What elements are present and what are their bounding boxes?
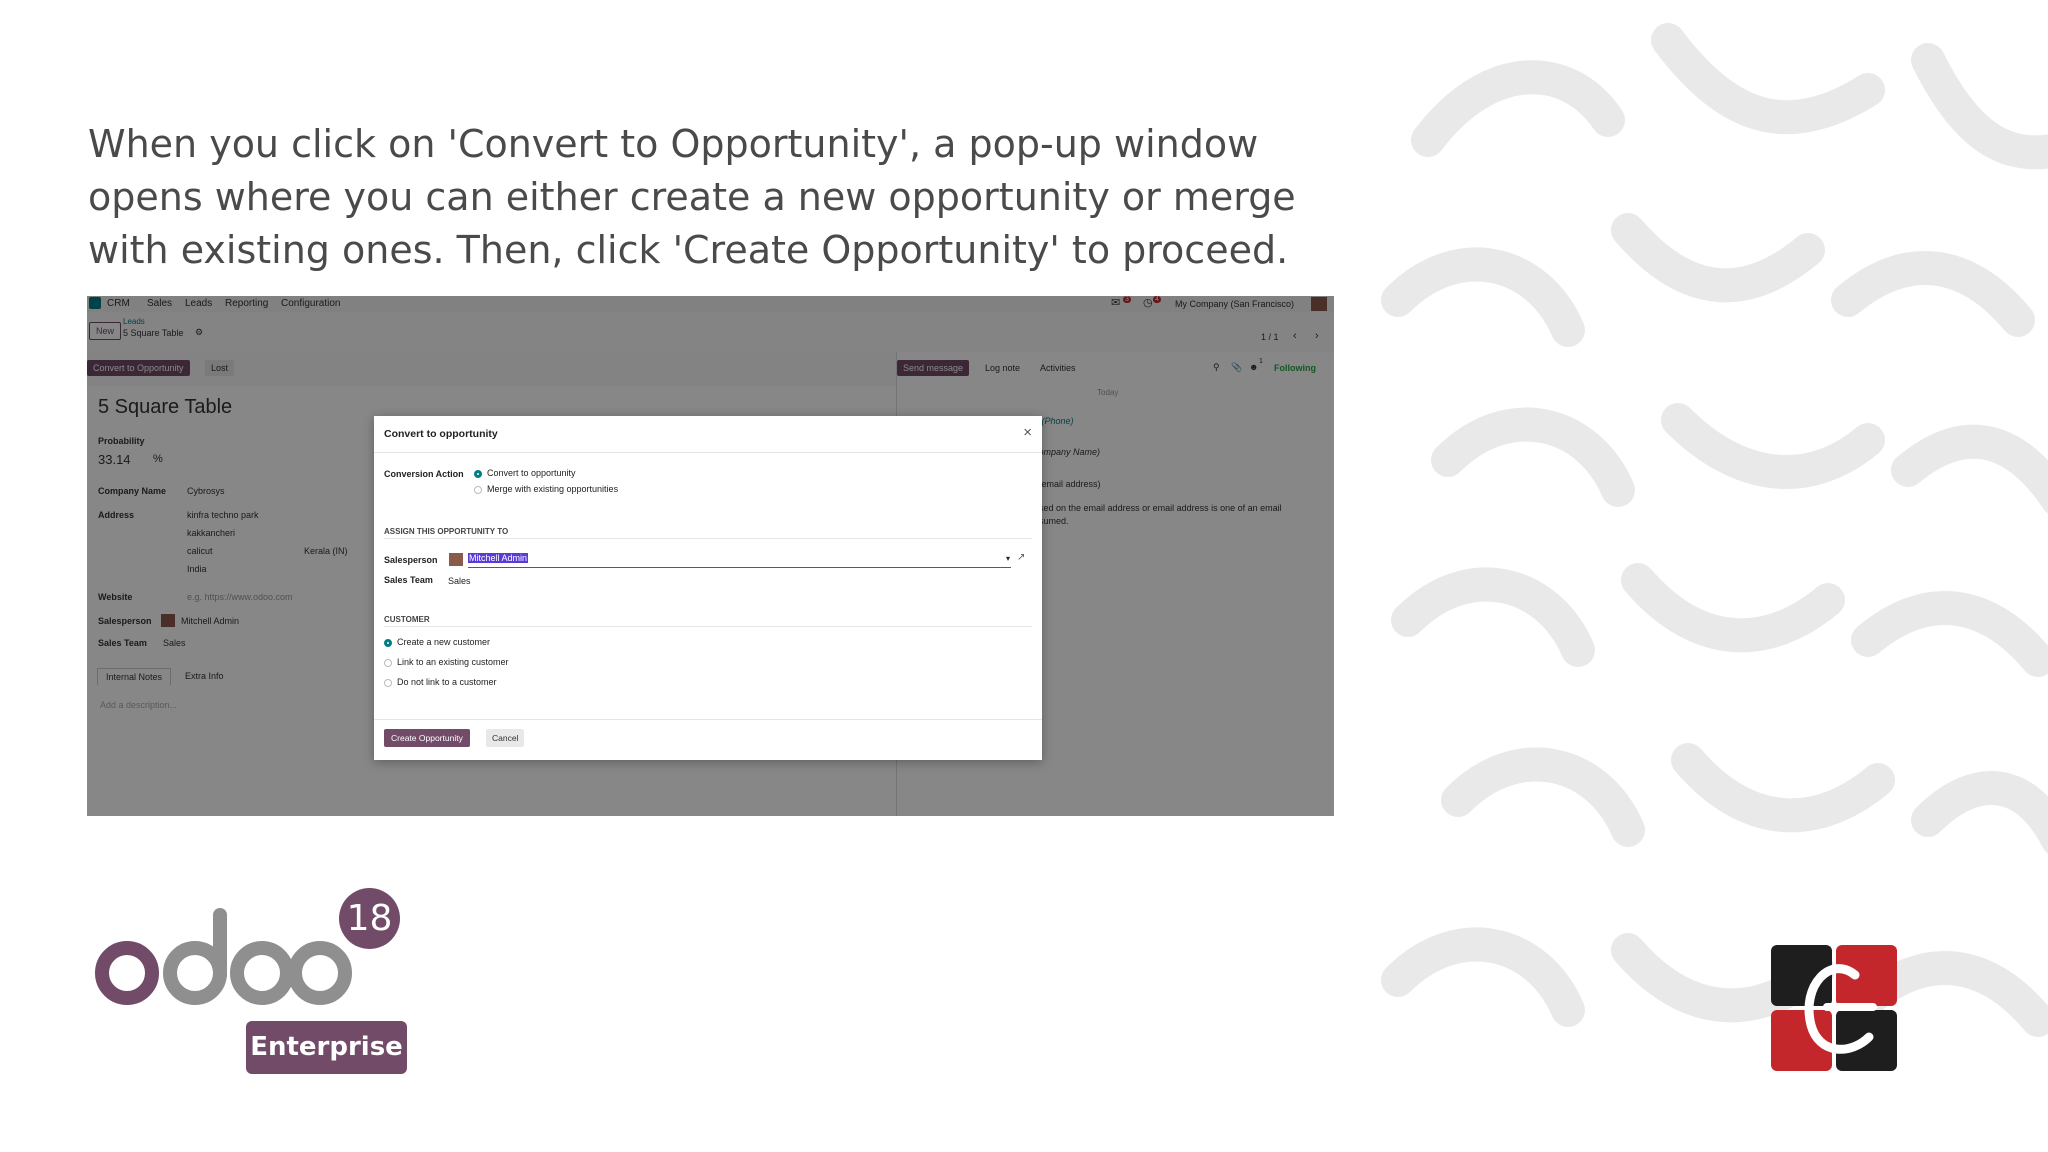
conversion-action-label: Conversion Action (384, 469, 464, 479)
close-icon[interactable]: × (1023, 424, 1032, 441)
dialog-salesperson-value: Mitchell Admin (468, 553, 529, 563)
radio-merge-dot[interactable] (474, 485, 482, 494)
radio-convert-dot[interactable] (474, 469, 482, 478)
external-link-icon[interactable]: ↗ (1017, 552, 1025, 563)
dialog-salesperson-field[interactable]: Mitchell Admin (468, 553, 1011, 568)
enterprise-badge: Enterprise (246, 1021, 407, 1074)
decorative-pattern (1368, 0, 2048, 1152)
radio-link-customer[interactable]: Link to an existing customer (384, 657, 509, 667)
radio-create-dot[interactable] (384, 638, 392, 647)
odoo-logo (95, 905, 355, 1019)
dropdown-caret-icon[interactable]: ▾ (1006, 554, 1010, 563)
radio-no-customer[interactable]: Do not link to a customer (384, 677, 497, 687)
assign-section-header: ASSIGN THIS OPPORTUNITY TO (384, 527, 509, 536)
dialog-salesperson-avatar (449, 553, 463, 566)
odoo-screenshot: CRM Sales Leads Reporting Configuration … (87, 296, 1334, 816)
radio-nolink-label: Do not link to a customer (397, 677, 497, 687)
radio-merge-label: Merge with existing opportunities (487, 484, 619, 494)
radio-link-label: Link to an existing customer (397, 657, 509, 667)
cybrosys-logo (1771, 945, 1897, 1075)
create-opportunity-button[interactable]: Create Opportunity (384, 729, 470, 747)
customer-section-header: CUSTOMER (384, 615, 430, 624)
radio-convert[interactable]: Convert to opportunity (474, 468, 576, 478)
radio-nolink-dot[interactable] (384, 678, 392, 687)
radio-link-dot[interactable] (384, 658, 392, 667)
dialog-team-label: Sales Team (384, 575, 433, 585)
slide-caption: When you click on 'Convert to Opportunit… (88, 122, 1296, 272)
version-badge: 18 (339, 888, 400, 949)
radio-create-customer[interactable]: Create a new customer (384, 637, 490, 647)
radio-convert-label: Convert to opportunity (487, 468, 576, 478)
dialog-team-value[interactable]: Sales (448, 576, 471, 586)
cancel-button[interactable]: Cancel (486, 729, 525, 747)
radio-create-label: Create a new customer (397, 637, 491, 647)
dialog-salesperson-label: Salesperson (384, 555, 438, 565)
convert-dialog: Convert to opportunity × Conversion Acti… (374, 416, 1042, 760)
radio-merge[interactable]: Merge with existing opportunities (474, 484, 618, 494)
dialog-title: Convert to opportunity (384, 428, 498, 440)
